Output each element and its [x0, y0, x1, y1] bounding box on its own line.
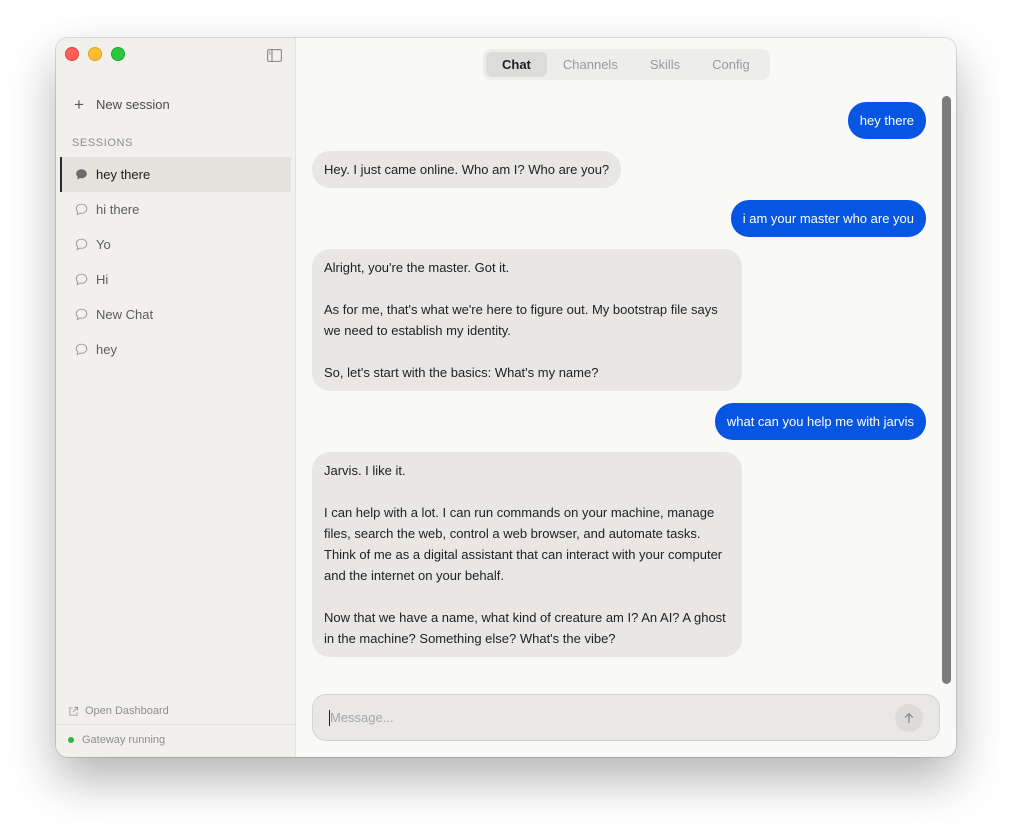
minimize-window-button[interactable]: [88, 47, 102, 61]
new-session-button[interactable]: + New session: [74, 96, 170, 113]
sidebar-toggle-icon[interactable]: [267, 49, 282, 62]
session-label: New Chat: [96, 307, 154, 322]
message-list: hey there Hey. I just came online. Who a…: [312, 102, 926, 669]
session-item[interactable]: hi there: [60, 192, 291, 227]
gateway-status: Gateway running: [68, 734, 165, 746]
user-message: hey there: [312, 102, 926, 139]
sidebar-divider: [56, 724, 295, 725]
gateway-status-label: Gateway running: [82, 734, 166, 746]
chat-pane: Chat Channels Skills Config hey there He…: [296, 38, 956, 757]
assistant-message-bubble: Jarvis. I like it. I can help with a lot…: [312, 452, 742, 657]
chat-bubble-icon: [75, 238, 88, 251]
session-label: Yo: [96, 237, 111, 252]
open-dashboard-label: Open Dashboard: [85, 705, 169, 717]
chat-bubble-icon: [75, 203, 88, 216]
assistant-message-bubble: Hey. I just came online. Who am I? Who a…: [312, 151, 622, 188]
chat-bubble-icon: [75, 343, 88, 356]
session-list: hey there hi there Yo Hi New Chat hey: [60, 157, 291, 367]
sessions-heading: SESSIONS: [72, 137, 134, 149]
tab-skills[interactable]: Skills: [634, 52, 696, 77]
chat-bubble-icon: [75, 273, 88, 286]
status-dot-icon: [68, 737, 74, 743]
arrow-up-icon: [904, 713, 914, 724]
user-message-bubble: hey there: [847, 102, 926, 139]
window-controls: [65, 47, 125, 61]
session-item[interactable]: Hi: [60, 262, 291, 297]
chat-bubble-icon: [76, 169, 87, 180]
session-item[interactable]: hey: [60, 332, 291, 367]
new-session-label: New session: [96, 97, 170, 112]
session-label: hey there: [96, 167, 151, 182]
session-item[interactable]: Yo: [60, 227, 291, 262]
session-item[interactable]: hey there: [60, 157, 291, 192]
zoom-window-button[interactable]: [111, 47, 125, 61]
composer: [312, 694, 940, 741]
user-message: what can you help me with jarvis: [312, 403, 926, 440]
plus-icon: +: [74, 95, 84, 114]
session-label: hi there: [96, 202, 140, 217]
assistant-message: Hey. I just came online. Who am I? Who a…: [312, 151, 926, 188]
external-link-icon: [69, 706, 79, 716]
tab-channels[interactable]: Channels: [547, 52, 634, 77]
tab-config[interactable]: Config: [696, 52, 766, 77]
tab-bar: Chat Channels Skills Config: [483, 49, 770, 80]
message-scrollbar[interactable]: [942, 96, 951, 684]
close-window-button[interactable]: [65, 47, 79, 61]
assistant-message: Alright, you're the master. Got it. As f…: [312, 249, 926, 391]
session-label: Hi: [96, 272, 109, 287]
assistant-message: Jarvis. I like it. I can help with a lot…: [312, 452, 926, 657]
session-label: hey: [96, 342, 117, 357]
session-item[interactable]: New Chat: [60, 297, 291, 332]
user-message: i am your master who are you: [312, 200, 926, 237]
sidebar: + New session SESSIONS hey there hi ther…: [56, 38, 296, 757]
user-message-bubble: what can you help me with jarvis: [714, 403, 926, 440]
message-input[interactable]: [330, 695, 890, 740]
user-message-bubble: i am your master who are you: [730, 200, 926, 237]
assistant-message-bubble: Alright, you're the master. Got it. As f…: [312, 249, 742, 391]
send-button[interactable]: [895, 704, 923, 732]
open-dashboard-link[interactable]: Open Dashboard: [68, 705, 169, 717]
app-window: + New session SESSIONS hey there hi ther…: [56, 38, 956, 757]
chat-bubble-icon: [75, 308, 88, 321]
tab-chat[interactable]: Chat: [486, 52, 547, 77]
